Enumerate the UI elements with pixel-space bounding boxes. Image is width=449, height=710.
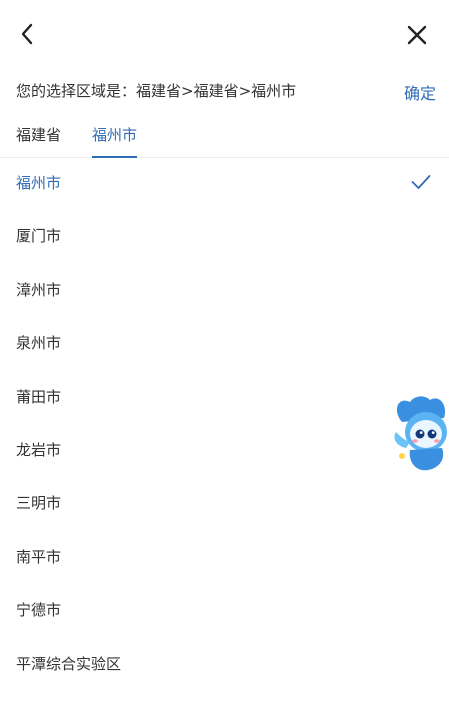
list-item-label: 厦门市 [16,227,62,246]
list-item-ningde[interactable]: 宁德市 [0,584,449,637]
assistant-mascot-icon[interactable] [388,392,449,474]
list-item-pingtan[interactable]: 平潭综合实验区 [0,638,449,691]
tab-city-label: 福州市 [92,126,138,144]
selected-region-prefix: 您的选择区域是： [16,82,137,100]
list-item-longyan[interactable]: 龙岩市 [0,424,449,477]
back-button[interactable] [12,18,44,50]
close-icon [407,25,427,45]
selected-region-summary: 您的选择区域是：福建省>福建省>福州市 确定 [16,80,436,104]
list-item-label: 泉州市 [16,334,62,353]
list-item-xiamen[interactable]: 厦门市 [0,210,449,263]
list-item-label: 南平市 [16,547,62,566]
list-item-label: 平潭综合实验区 [16,654,122,673]
check-icon [411,175,431,189]
chevron-left-icon [21,23,33,45]
list-item-fuzhou[interactable]: 福州市 [0,157,449,210]
selected-region-path: 福建省>福建省>福州市 [136,82,297,100]
list-item-sanming[interactable]: 三明市 [0,477,449,530]
list-item-label: 龙岩市 [16,440,62,459]
list-item-label: 宁德市 [16,601,62,620]
list-item-label: 三明市 [16,494,62,513]
list-item-zhangzhou[interactable]: 漳州市 [0,264,449,317]
list-item-nanping[interactable]: 南平市 [0,531,449,584]
list-item-label: 漳州市 [16,280,62,299]
list-item-putian[interactable]: 莆田市 [0,371,449,424]
close-button[interactable] [400,18,434,52]
tab-province[interactable]: 福建省 [16,124,61,158]
region-tabs: 福建省 福州市 [0,118,449,158]
tab-city[interactable]: 福州市 [92,124,138,158]
list-item-label: 莆田市 [16,387,62,406]
city-list: 福州市 厦门市 漳州市 泉州市 莆田市 龙岩市 三明市 南平市 宁德市 平潭综合… [0,157,449,691]
list-item-label: 福州市 [16,174,62,192]
top-bar [0,0,449,70]
confirm-button[interactable]: 确定 [404,80,436,104]
selected-region-text: 您的选择区域是：福建省>福建省>福州市 [16,80,296,101]
list-item-quanzhou[interactable]: 泉州市 [0,317,449,370]
tab-province-label: 福建省 [16,126,62,144]
